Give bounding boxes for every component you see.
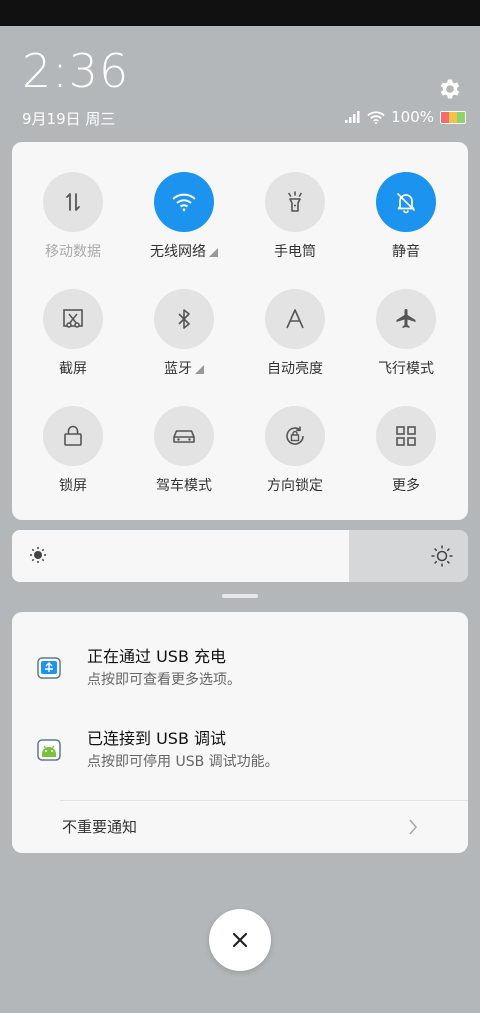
battery-percent: 100% [391,108,434,126]
car-icon [154,406,214,466]
tile-more[interactable]: 更多 [351,406,461,495]
tile-screenshot[interactable]: 截屏 [18,289,128,378]
quick-settings-panel: 移动数据 无线网络 手电筒 静音 截屏 蓝牙 自动亮度 飞行模式 锁屏 驾车模式… [12,142,468,520]
usb-charging-icon [37,657,61,679]
tile-mute[interactable]: 静音 [351,172,461,261]
tile-auto-brightness[interactable]: 自动亮度 [240,289,350,378]
battery-icon [440,110,466,124]
grid-icon [376,406,436,466]
tile-label: 自动亮度 [267,361,323,377]
tile-label: 锁屏 [59,478,87,494]
clock-time: 2:36 [22,44,130,98]
drag-handle[interactable] [222,594,258,598]
tile-label: 移动数据 [45,244,101,260]
notification-title: 正在通过 USB 充电 [87,647,227,666]
tile-wifi[interactable]: 无线网络 [129,172,239,261]
close-button[interactable] [209,909,271,971]
flashlight-icon [265,172,325,232]
notification-title: 已连接到 USB 调试 [87,729,227,748]
lock-icon [43,406,103,466]
bell-mute-icon [376,172,436,232]
brightness-slider[interactable] [12,530,468,582]
mobile-data-icon [43,172,103,232]
expand-triangle-icon [209,248,218,257]
close-icon [232,932,248,948]
gear-icon[interactable] [437,76,463,102]
bluetooth-icon [154,289,214,349]
wifi-icon [154,172,214,232]
tile-label: 蓝牙 [164,361,192,377]
wifi-status-icon [367,110,385,124]
brightness-low-icon [30,547,46,563]
tile-driving-mode[interactable]: 驾车模式 [129,406,239,495]
screenshot-icon [43,289,103,349]
chevron-right-icon[interactable] [408,818,418,836]
top-system-bar [0,0,480,26]
tile-lock-screen[interactable]: 锁屏 [18,406,128,495]
tile-label: 手电筒 [274,244,316,260]
android-debug-icon [37,739,61,761]
notification-usb-debugging[interactable]: 已连接到 USB 调试 点按即可停用 USB 调试功能。 [12,725,468,785]
tile-label: 飞行模式 [378,361,434,377]
tile-label: 更多 [392,478,420,494]
rotation-lock-icon [265,406,325,466]
signal-icon [345,111,360,123]
auto-brightness-icon [265,289,325,349]
status-icons: 100% [345,108,466,126]
airplane-icon [376,289,436,349]
brightness-slider-fill [12,530,350,582]
tile-rotation-lock[interactable]: 方向锁定 [240,406,350,495]
divider [60,800,468,801]
unimportant-notifications-link[interactable]: 不重要通知 [62,816,137,837]
tile-label: 静音 [392,244,420,260]
tile-label: 方向锁定 [267,478,323,494]
notification-usb-charging[interactable]: 正在通过 USB 充电 点按即可查看更多选项。 [12,643,468,703]
tile-flashlight[interactable]: 手电筒 [240,172,350,261]
tile-label: 驾车模式 [156,478,212,494]
tile-airplane[interactable]: 飞行模式 [351,289,461,378]
date-label: 9月19日 周三 [22,110,116,128]
notification-subtitle: 点按即可查看更多选项。 [87,672,241,688]
tile-label: 截屏 [59,361,87,377]
notification-subtitle: 点按即可停用 USB 调试功能。 [87,754,279,770]
tile-mobile-data[interactable]: 移动数据 [18,172,128,261]
notification-panel: 正在通过 USB 充电 点按即可查看更多选项。 已连接到 USB 调试 点按即可… [12,612,468,853]
brightness-high-icon [431,545,453,567]
tile-bluetooth[interactable]: 蓝牙 [129,289,239,378]
tile-label: 无线网络 [150,244,206,260]
expand-triangle-icon [195,365,204,374]
